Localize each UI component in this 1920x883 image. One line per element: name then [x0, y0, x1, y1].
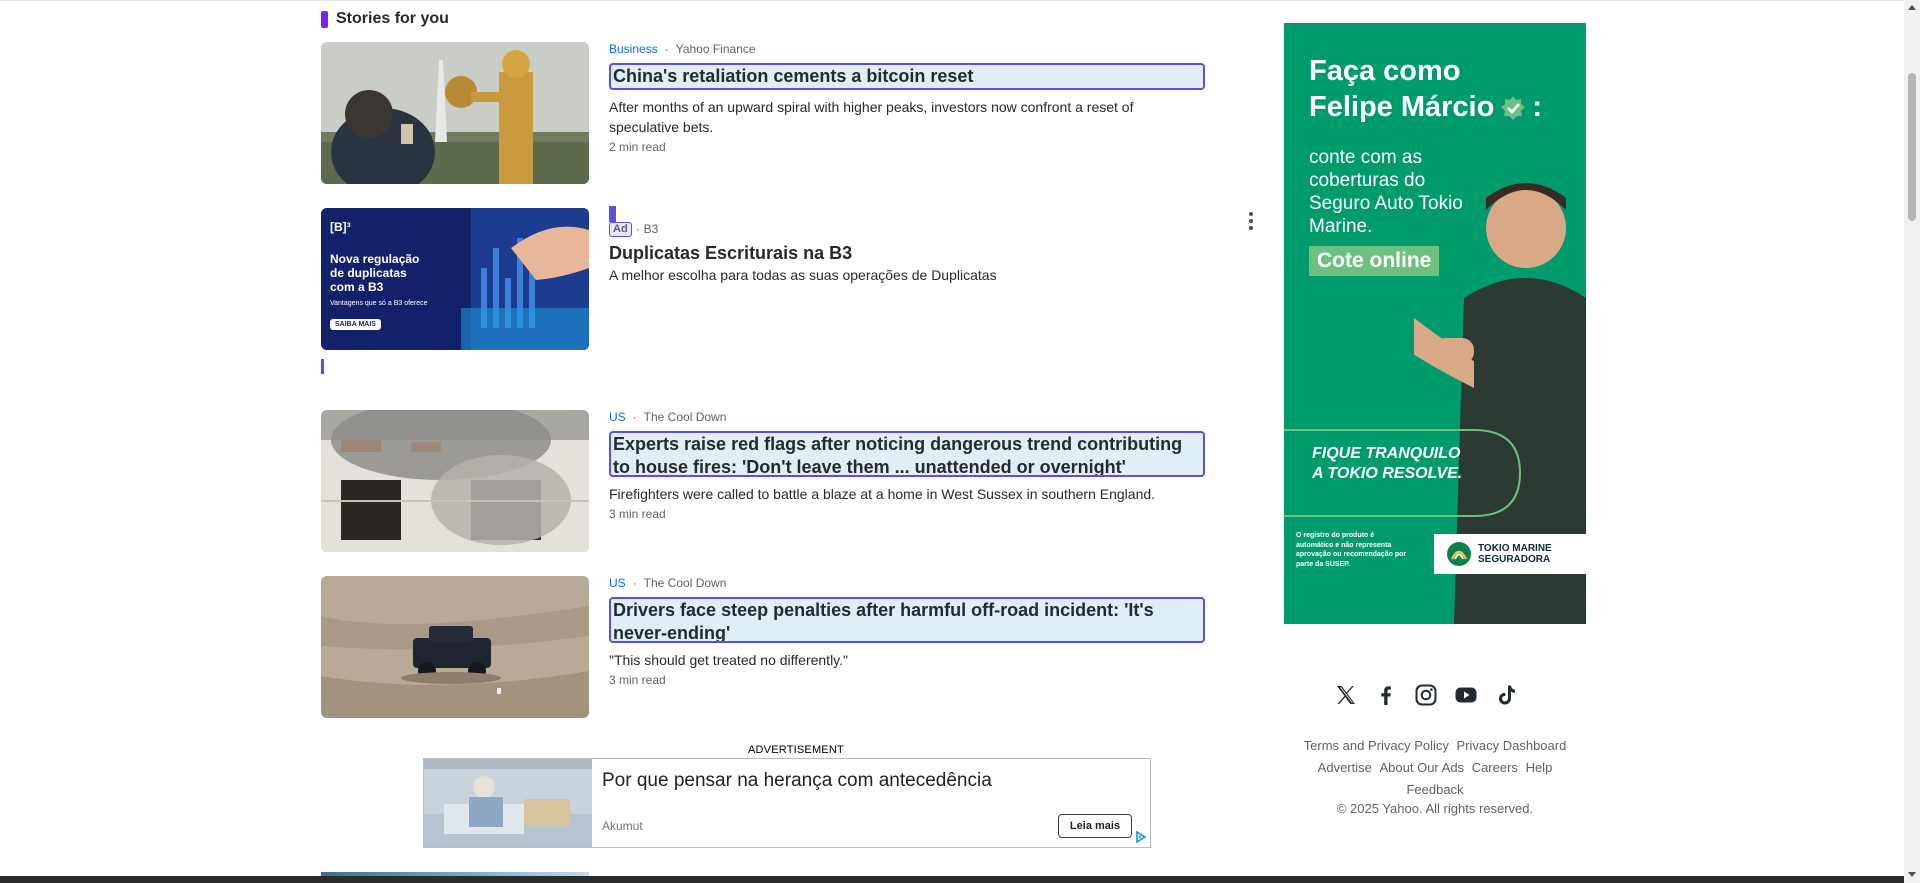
footer-link-help[interactable]: Help: [1526, 760, 1553, 775]
story-meta: US · The Cool Down: [609, 576, 727, 590]
ad-description: A melhor escolha para todas as suas oper…: [609, 267, 997, 283]
instagram-icon[interactable]: [1414, 683, 1438, 707]
story-summary: "This should get treated no differently.…: [609, 652, 849, 668]
top-divider: [0, 0, 1904, 1]
story-readtime: 3 min read: [609, 673, 666, 687]
site-footer: Terms and Privacy Policy Privacy Dashboa…: [1284, 735, 1586, 820]
story-headline[interactable]: China's retaliation cements a bitcoin re…: [609, 63, 1205, 90]
display-ad[interactable]: Por que pensar na herança com antecedênc…: [423, 758, 1151, 848]
story-meta: US · The Cool Down: [609, 410, 727, 424]
x-icon[interactable]: [1334, 683, 1358, 707]
ad-headline[interactable]: Duplicatas Escriturais na B3: [609, 242, 1205, 264]
story-thumbnail[interactable]: [321, 42, 589, 184]
ad-image-logo: [B]³: [330, 220, 351, 234]
focus-marker: [321, 359, 324, 374]
ad-image-text: Nova regulação de duplicatas com a B3 Va…: [330, 252, 428, 307]
side-ad-disclaimer: O registro do produto é automático e não…: [1296, 532, 1407, 568]
verified-badge-icon: [1501, 95, 1526, 120]
read-more-button[interactable]: Leia mais: [1058, 814, 1132, 838]
story-category[interactable]: US: [609, 576, 626, 590]
sidebar-ad[interactable]: Faça como Felipe Márcio : conte com as c…: [1284, 23, 1586, 624]
ad-meta: Ad · B3: [609, 221, 1205, 237]
copyright: © 2025 Yahoo. All rights reserved.: [1336, 801, 1534, 816]
adchoices-icon[interactable]: [1135, 831, 1147, 843]
side-ad-tagline-1: FIQUE TRANQUILO: [1312, 445, 1461, 462]
tokio-marine-logo: TOKIO MARINE SEGURADORA: [1434, 534, 1586, 574]
ad-image[interactable]: [424, 759, 592, 847]
focus-marker: [609, 206, 616, 222]
side-ad-headline-2: Felipe Márcio :: [1309, 91, 1542, 123]
story-source: The Cool Down: [643, 410, 727, 424]
advertisement-label: ADVERTISEMENT: [748, 744, 844, 756]
section-accent-bar: [321, 10, 328, 28]
facebook-icon[interactable]: [1374, 683, 1398, 707]
story-item[interactable]: Business · Yahoo Finance China's retalia…: [321, 42, 1221, 184]
ad-source: B3: [643, 222, 659, 236]
ad-image-button: SAIBA MAIS: [330, 319, 381, 330]
ad-title[interactable]: Por que pensar na herança com antecedênc…: [602, 770, 992, 792]
footer-link-advertise[interactable]: Advertise: [1318, 760, 1372, 775]
story-item[interactable]: US · The Cool Down Experts raise red fla…: [321, 410, 1221, 552]
scroll-down-arrow-icon[interactable]: [1908, 872, 1916, 877]
ad-brand: Akumut: [602, 819, 643, 833]
social-links: [1334, 683, 1518, 707]
ad-badge: Ad: [609, 221, 632, 237]
story-summary: Firefighters were called to battle a bla…: [609, 486, 1156, 502]
youtube-icon[interactable]: [1454, 683, 1478, 707]
story-source: The Cool Down: [643, 576, 727, 590]
scroll-up-arrow-icon[interactable]: [1908, 5, 1916, 10]
ad-thumbnail[interactable]: [B]³ Nova regulação de duplicatas com a …: [321, 208, 589, 350]
footer-link-terms[interactable]: Terms and Privacy Policy: [1304, 738, 1449, 753]
side-ad-tagline-2: A TOKIO RESOLVE.: [1312, 465, 1463, 482]
tiktok-icon[interactable]: [1494, 683, 1518, 707]
story-thumbnail[interactable]: [321, 576, 589, 718]
section-header: Stories for you: [321, 10, 449, 28]
tokio-marine-logo-icon: [1447, 542, 1471, 566]
scrollbar-thumb[interactable]: [1908, 73, 1916, 221]
story-source: Yahoo Finance: [675, 42, 756, 56]
story-meta: Business · Yahoo Finance: [609, 42, 756, 56]
story-headline[interactable]: Experts raise red flags after noticing d…: [609, 431, 1205, 477]
story-category[interactable]: Business: [609, 42, 658, 56]
footer-link-careers[interactable]: Careers: [1472, 760, 1518, 775]
section-title: Stories for you: [336, 10, 449, 27]
sponsored-item[interactable]: [B]³ Nova regulação de duplicatas com a …: [321, 206, 1253, 350]
footer-link-privacy-dashboard[interactable]: Privacy Dashboard: [1457, 738, 1567, 753]
story-category[interactable]: US: [609, 410, 626, 424]
footer-link-about-ads[interactable]: About Our Ads: [1380, 760, 1465, 775]
more-options-icon[interactable]: [1241, 210, 1261, 232]
story-readtime: 2 min read: [609, 140, 666, 154]
footer-link-feedback[interactable]: Feedback: [1406, 782, 1463, 797]
side-ad-headline-1: Faça como: [1309, 55, 1461, 87]
story-headline[interactable]: Drivers face steep penalties after harmf…: [609, 597, 1205, 643]
horizontal-scrollbar[interactable]: [0, 876, 1904, 883]
vertical-scrollbar[interactable]: [1904, 0, 1920, 883]
story-item[interactable]: US · The Cool Down Drivers face steep pe…: [321, 576, 1221, 718]
story-summary: After months of an upward spiral with hi…: [609, 99, 1134, 135]
story-thumbnail[interactable]: [321, 410, 589, 552]
story-readtime: 3 min read: [609, 507, 666, 521]
